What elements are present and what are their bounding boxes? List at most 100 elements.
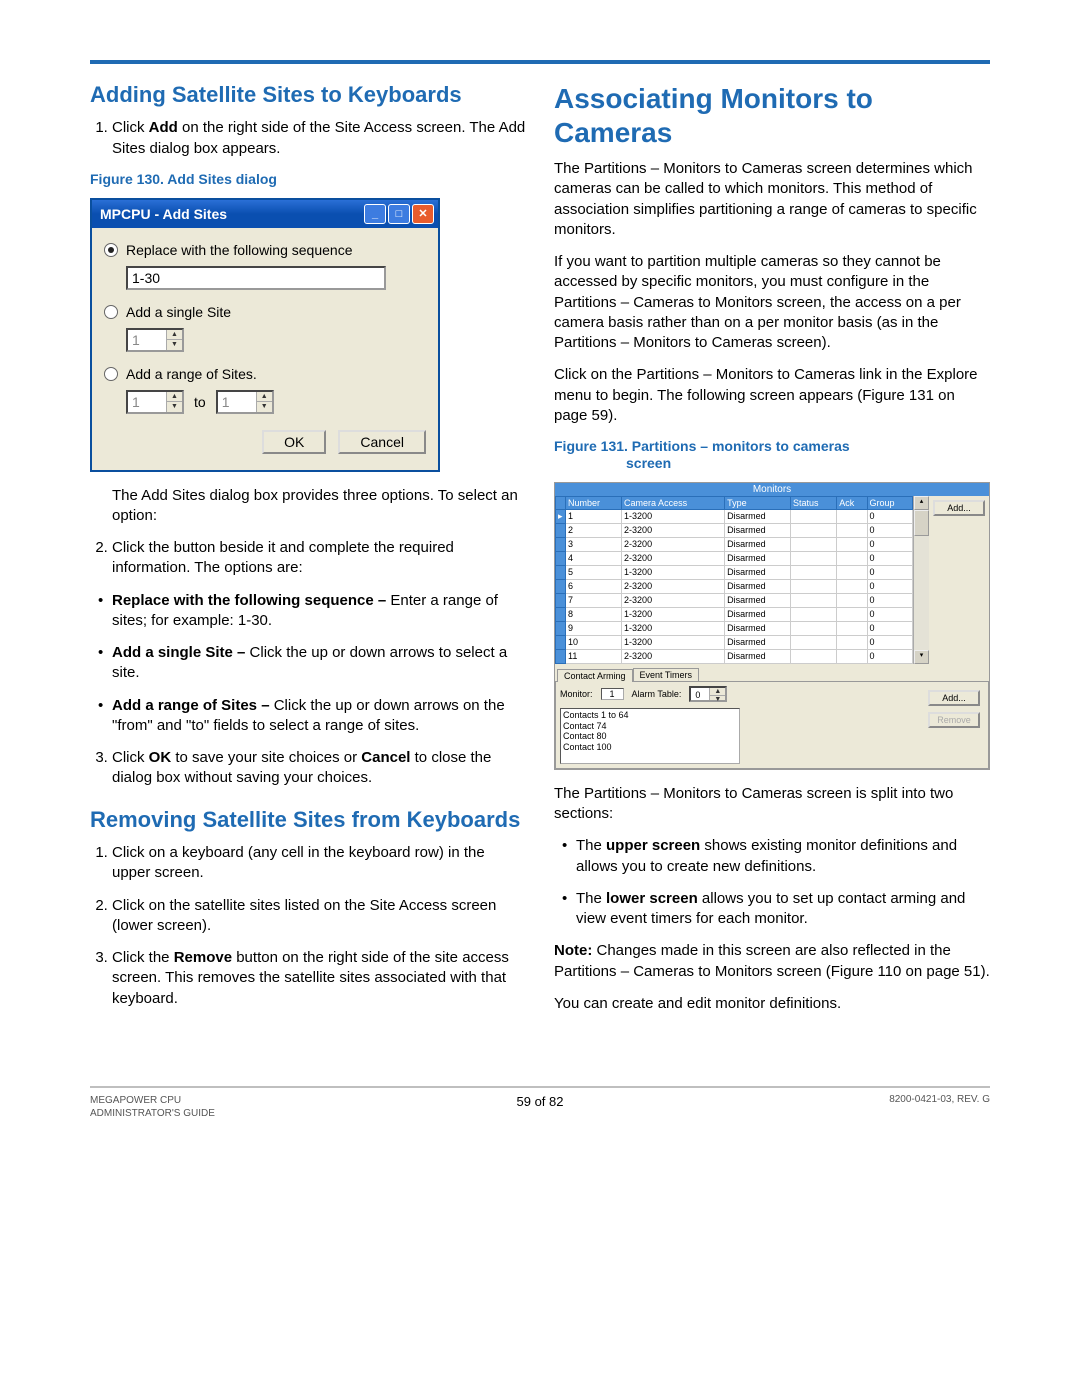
b: Add a single Site – bbox=[112, 644, 245, 661]
col-header[interactable]: Status bbox=[790, 496, 836, 509]
remove-step-2: Click on the satellite sites listed on t… bbox=[112, 896, 526, 937]
table-row[interactable]: 112-3200Disarmed0 bbox=[556, 649, 913, 663]
bullet-replace: Replace with the following sequence – En… bbox=[112, 591, 526, 632]
heading-associating-monitors: Associating Monitors to Cameras bbox=[554, 82, 990, 149]
after-step1-text: The Add Sites dialog box provides three … bbox=[112, 486, 526, 527]
list-item[interactable]: Contacts 1 to 64 bbox=[563, 710, 737, 721]
b: Cancel bbox=[361, 749, 410, 766]
monitors-table[interactable]: NumberCamera AccessTypeStatusAckGroup ▸1… bbox=[555, 496, 913, 664]
bullet-upper-screen: The upper screen shows existing monitor … bbox=[576, 836, 990, 877]
radio-replace-sequence[interactable] bbox=[104, 243, 118, 257]
table-row[interactable]: 22-3200Disarmed0 bbox=[556, 523, 913, 537]
single-site-stepper[interactable]: 1 ▲▼ bbox=[126, 328, 184, 352]
t: Click bbox=[112, 749, 149, 766]
range-to-value: 1 bbox=[218, 392, 256, 412]
chevron-down-icon[interactable]: ▾ bbox=[914, 650, 929, 664]
close-icon[interactable]: ✕ bbox=[412, 204, 434, 224]
radio-single-site[interactable] bbox=[104, 305, 118, 319]
bold-add: Add bbox=[149, 119, 178, 136]
range-to-stepper[interactable]: 1 ▲▼ bbox=[216, 390, 274, 414]
ok-button[interactable]: OK bbox=[262, 430, 326, 454]
chevron-up-icon[interactable]: ▴ bbox=[914, 496, 929, 510]
tab-event-timers[interactable]: Event Timers bbox=[633, 668, 700, 681]
page-footer: MEGAPOWER CPU ADMINISTRATOR'S GUIDE 59 o… bbox=[90, 1094, 990, 1120]
col-header[interactable]: Group bbox=[867, 496, 913, 509]
range-from-value: 1 bbox=[128, 392, 166, 412]
table-row[interactable]: 32-3200Disarmed0 bbox=[556, 537, 913, 551]
footer-product: MEGAPOWER CPU bbox=[90, 1094, 390, 1107]
t: Figure 131. Partitions – monitors to cam… bbox=[554, 438, 850, 454]
maximize-icon[interactable]: □ bbox=[388, 204, 410, 224]
para-5: You can create and edit monitor definiti… bbox=[554, 994, 990, 1014]
b: upper screen bbox=[606, 837, 700, 854]
add-sites-dialog: MPCPU - Add Sites _ □ ✕ Replace with the… bbox=[90, 198, 440, 472]
chevron-up-icon[interactable]: ▲ bbox=[710, 688, 725, 696]
alarm-table-stepper[interactable]: 0 ▲▼ bbox=[689, 686, 727, 702]
add-monitor-button[interactable]: Add... bbox=[933, 500, 985, 516]
remove-step-1: Click on a keyboard (any cell in the key… bbox=[112, 843, 526, 884]
add-contact-button[interactable]: Add... bbox=[928, 690, 980, 706]
bullet-range: Add a range of Sites – Click the up or d… bbox=[112, 696, 526, 737]
footer-page-number: 59 of 82 bbox=[390, 1094, 690, 1109]
para-2: If you want to partition multiple camera… bbox=[554, 252, 990, 353]
b: OK bbox=[149, 749, 172, 766]
col-header[interactable]: Ack bbox=[837, 496, 867, 509]
contacts-listbox[interactable]: Contacts 1 to 64Contact 74Contact 80Cont… bbox=[560, 708, 740, 764]
chevron-up-icon[interactable]: ▲ bbox=[167, 392, 182, 403]
chevron-up-icon[interactable]: ▲ bbox=[257, 392, 272, 403]
minimize-icon[interactable]: _ bbox=[364, 204, 386, 224]
cancel-button[interactable]: Cancel bbox=[338, 430, 426, 454]
t: Changes made in this screen are also ref… bbox=[554, 942, 990, 979]
t: screen bbox=[554, 455, 671, 472]
chevron-down-icon[interactable]: ▼ bbox=[710, 696, 725, 703]
range-from-stepper[interactable]: 1 ▲▼ bbox=[126, 390, 184, 414]
col-header[interactable]: Type bbox=[725, 496, 791, 509]
monitors-title: Monitors bbox=[555, 483, 989, 496]
list-item[interactable]: Contact 74 bbox=[563, 721, 737, 732]
b: lower screen bbox=[606, 890, 698, 907]
t: The bbox=[576, 890, 606, 907]
scrollbar[interactable]: ▴ ▾ bbox=[913, 496, 929, 664]
bullet-lower-screen: The lower screen allows you to set up co… bbox=[576, 889, 990, 930]
b: Remove bbox=[174, 949, 232, 966]
list-item[interactable]: Contact 100 bbox=[563, 742, 737, 753]
right-column: Associating Monitors to Cameras The Part… bbox=[554, 82, 990, 1026]
heading-removing-sites: Removing Satellite Sites from Keyboards bbox=[90, 807, 526, 833]
heading-adding-sites: Adding Satellite Sites to Keyboards bbox=[90, 82, 526, 108]
tab-contact-arming[interactable]: Contact Arming bbox=[557, 669, 633, 682]
chevron-down-icon[interactable]: ▼ bbox=[167, 402, 182, 412]
remove-step-3: Click the Remove button on the right sid… bbox=[112, 948, 526, 1009]
figure-130-caption: Figure 130. Add Sites dialog bbox=[90, 171, 526, 188]
alarm-table-value: 0 bbox=[691, 688, 709, 700]
b: Replace with the following sequence – bbox=[112, 592, 386, 609]
t: Click bbox=[112, 119, 149, 136]
sequence-input[interactable]: 1-30 bbox=[126, 266, 386, 290]
footer-guide: ADMINISTRATOR'S GUIDE bbox=[90, 1107, 390, 1120]
alarm-table-label: Alarm Table: bbox=[632, 689, 682, 699]
step-2: Click the button beside it and complete … bbox=[112, 538, 526, 579]
table-row[interactable]: 81-3200Disarmed0 bbox=[556, 607, 913, 621]
table-row[interactable]: 101-3200Disarmed0 bbox=[556, 635, 913, 649]
label-to: to bbox=[194, 394, 206, 410]
footer-docnum: 8200-0421-03, REV. G bbox=[690, 1094, 990, 1105]
remove-contact-button[interactable]: Remove bbox=[928, 712, 980, 728]
table-row[interactable]: 51-3200Disarmed0 bbox=[556, 565, 913, 579]
chevron-up-icon[interactable]: ▲ bbox=[167, 330, 182, 341]
list-item[interactable]: Contact 80 bbox=[563, 731, 737, 742]
table-row[interactable]: 42-3200Disarmed0 bbox=[556, 551, 913, 565]
table-row[interactable]: 91-3200Disarmed0 bbox=[556, 621, 913, 635]
monitors-screen: Monitors NumberCamera AccessTypeStatusAc… bbox=[554, 482, 990, 770]
table-row[interactable]: 62-3200Disarmed0 bbox=[556, 579, 913, 593]
scrollbar-thumb[interactable] bbox=[914, 510, 929, 536]
left-column: Adding Satellite Sites to Keyboards Clic… bbox=[90, 82, 526, 1026]
col-header[interactable]: Camera Access bbox=[622, 496, 725, 509]
chevron-down-icon[interactable]: ▼ bbox=[167, 340, 182, 350]
step-1: Click Add on the right side of the Site … bbox=[112, 118, 526, 159]
table-row[interactable]: ▸11-3200Disarmed0 bbox=[556, 509, 913, 523]
chevron-down-icon[interactable]: ▼ bbox=[257, 402, 272, 412]
radio-range-sites[interactable] bbox=[104, 367, 118, 381]
col-header[interactable]: Number bbox=[566, 496, 622, 509]
table-row[interactable]: 72-3200Disarmed0 bbox=[556, 593, 913, 607]
dialog-title: MPCPU - Add Sites bbox=[100, 206, 362, 222]
t: Click the bbox=[112, 949, 174, 966]
